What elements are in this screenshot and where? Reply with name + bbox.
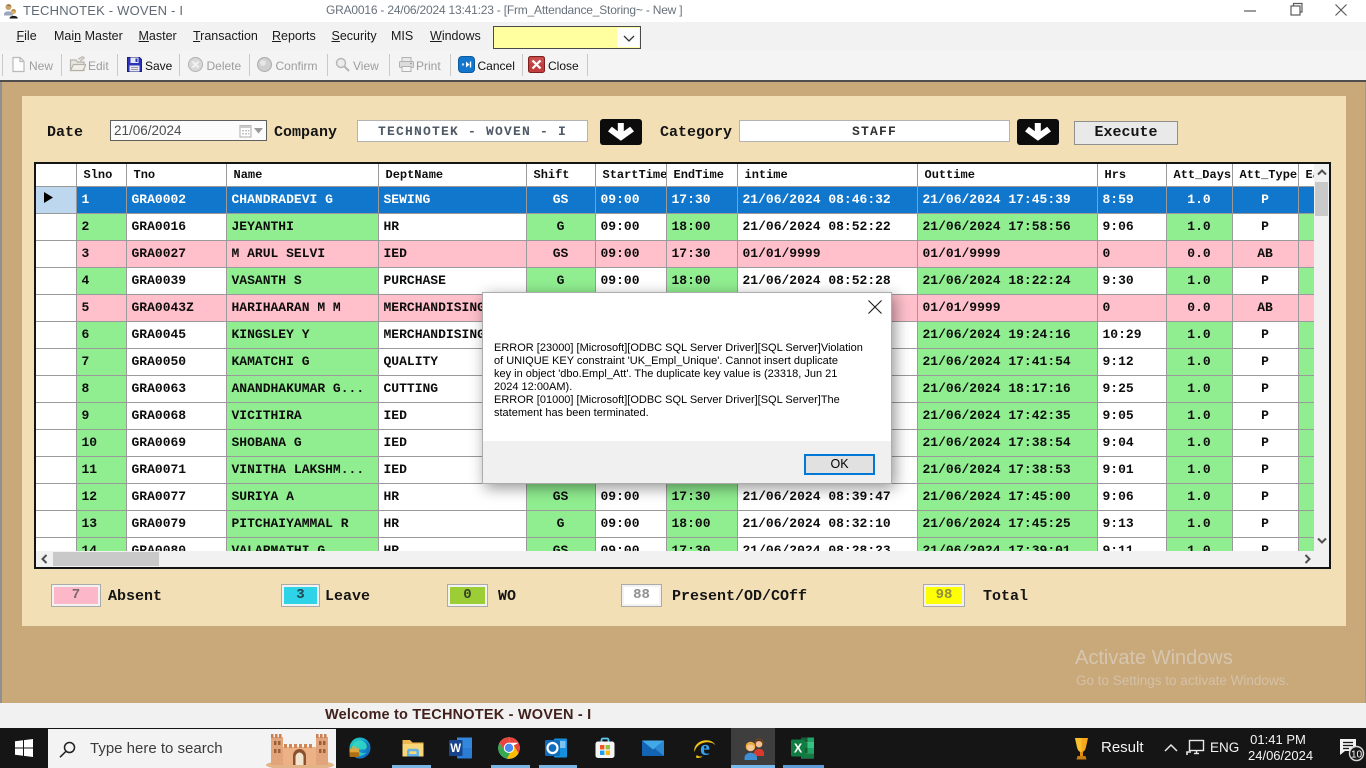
svg-text:e: e (700, 736, 710, 760)
svg-text:W: W (450, 743, 461, 755)
svg-text:10: 10 (1351, 750, 1363, 761)
svg-text:X: X (794, 742, 803, 756)
